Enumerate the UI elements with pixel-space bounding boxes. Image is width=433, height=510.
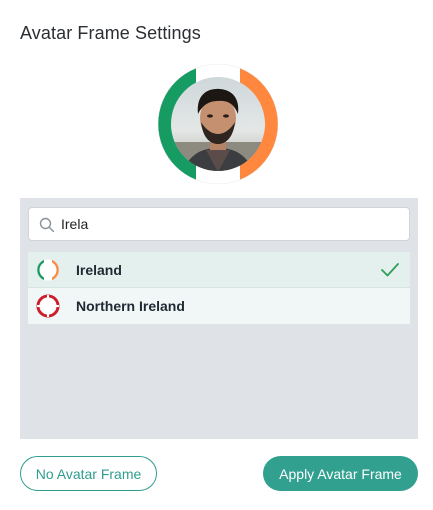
- no-avatar-frame-button[interactable]: No Avatar Frame: [20, 456, 157, 491]
- avatar-preview: [158, 64, 278, 184]
- frame-results-list: Ireland Northern Ireland: [28, 252, 410, 324]
- apply-avatar-frame-button[interactable]: Apply Avatar Frame: [263, 456, 418, 491]
- search-input[interactable]: [61, 208, 391, 240]
- ireland-flag-frame-icon: [36, 258, 60, 282]
- list-item-label: Ireland: [76, 262, 122, 278]
- list-item-northern-ireland[interactable]: Northern Ireland: [28, 288, 410, 324]
- search-box[interactable]: [28, 207, 410, 241]
- list-item-label: Northern Ireland: [76, 298, 185, 314]
- dialog-title: Avatar Frame Settings: [20, 23, 201, 43]
- northern-ireland-flag-frame-icon: [36, 294, 60, 318]
- avatar-frame-ireland: [158, 64, 278, 184]
- avatar-frame-dialog: Avatar Frame Settings Irela Ireland Nort…: [0, 0, 433, 510]
- frame-selector-panel: Ireland Northern Ireland: [20, 198, 418, 439]
- checkmark-icon: [381, 263, 399, 277]
- list-item-ireland[interactable]: Ireland: [28, 252, 410, 288]
- search-icon: [39, 217, 55, 233]
